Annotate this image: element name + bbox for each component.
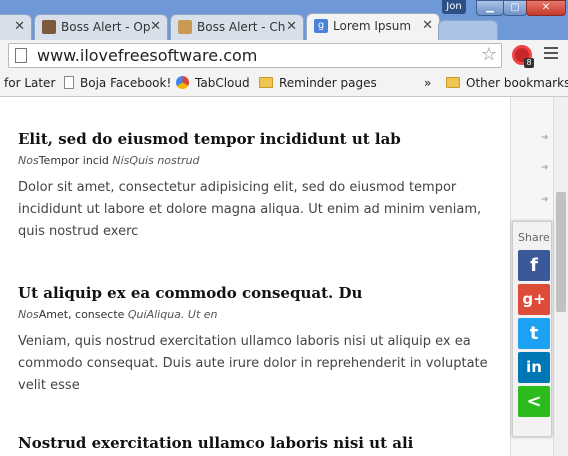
- image-icon: [178, 20, 192, 34]
- post-title[interactable]: Nostrud exercitation ullamco laboris nis…: [18, 434, 498, 452]
- post: Nostrud exercitation ullamco laboris nis…: [18, 434, 498, 452]
- post-meta-text: Tempor incid: [38, 154, 113, 167]
- tab-label: Boss Alert - Ch: [197, 20, 286, 34]
- share-button[interactable]: <: [518, 386, 550, 417]
- page-content: Elit, sed do eiusmod tempor incididunt u…: [0, 97, 510, 456]
- tab-close-icon[interactable]: ✕: [422, 18, 433, 33]
- tab-close-icon[interactable]: ✕: [286, 19, 297, 34]
- other-bookmarks[interactable]: Other bookmarks: [446, 76, 568, 90]
- tab-lorem-ipsum[interactable]: g Lorem Ipsum ✕: [306, 13, 440, 40]
- post-author[interactable]: Nos: [18, 154, 39, 167]
- bookmark-label: Other bookmarks: [466, 76, 568, 90]
- post: Elit, sed do eiusmod tempor incididunt u…: [18, 130, 498, 243]
- minimize-button[interactable]: ▁: [476, 0, 504, 16]
- url-text: www.ilovefreesoftware.com: [37, 46, 258, 65]
- tab-boss-alert-ch[interactable]: Boss Alert - Ch ✕: [170, 14, 304, 40]
- bookmark-for-later[interactable]: for Later: [4, 76, 55, 90]
- twitter-share-button[interactable]: t: [518, 318, 550, 349]
- share-label: Share: [518, 231, 550, 244]
- close-window-button[interactable]: ✕: [526, 0, 566, 16]
- new-tab-button[interactable]: [438, 20, 498, 40]
- page-icon: [15, 48, 27, 63]
- bookmark-label: Boja Facebook!: [80, 76, 172, 90]
- profile-button[interactable]: Jon: [442, 0, 466, 14]
- post-title[interactable]: Ut aliquip ex ea commodo consequat. Du: [18, 284, 498, 302]
- post: Ut aliquip ex ea commodo consequat. Du N…: [18, 284, 498, 397]
- tab-close-icon[interactable]: ✕: [150, 19, 161, 34]
- maximize-button[interactable]: ▢: [503, 0, 527, 16]
- post-tags[interactable]: QuiAliqua. Ut en: [128, 308, 218, 321]
- facebook-share-button[interactable]: f: [518, 250, 550, 281]
- post-tags[interactable]: NisQuis nostrud: [112, 154, 199, 167]
- tabcloud-icon: [176, 76, 189, 89]
- bookmark-boja-facebook[interactable]: Boja Facebook!: [64, 76, 171, 90]
- post-author[interactable]: Nos: [18, 308, 39, 321]
- page-icon: [64, 76, 74, 89]
- bookmark-label: Reminder pages: [279, 76, 377, 90]
- post-meta-text: Amet, consecte: [38, 308, 128, 321]
- arrow-icon: ➜: [541, 163, 549, 173]
- google-plus-share-button[interactable]: g+: [518, 284, 550, 315]
- arrow-icon: ➜: [541, 195, 549, 205]
- scrollbar-thumb[interactable]: [556, 192, 566, 312]
- bookmark-label: for Later: [4, 76, 56, 90]
- tab-boss-alert-op[interactable]: Boss Alert - Op ✕: [34, 14, 168, 40]
- bookmarks-overflow-button[interactable]: »: [424, 76, 431, 90]
- bookmark-tabcloud[interactable]: TabCloud: [176, 76, 250, 90]
- user-icon: [42, 20, 56, 34]
- address-bar[interactable]: www.ilovefreesoftware.com ☆: [8, 43, 502, 68]
- bookmarks-bar: for Later Boja Facebook! TabCloud Remind…: [0, 72, 568, 97]
- extension-badge: 8: [524, 58, 534, 68]
- scrollbar[interactable]: [553, 97, 568, 456]
- post-title[interactable]: Elit, sed do eiusmod tempor incididunt u…: [18, 130, 498, 148]
- bookmark-label: TabCloud: [195, 76, 250, 90]
- arrow-icon: ➜: [541, 133, 549, 143]
- folder-icon: [259, 77, 273, 88]
- linkedin-share-button[interactable]: in: [518, 352, 550, 383]
- post-body: Veniam, quis nostrud exercitation ullamc…: [18, 334, 488, 393]
- folder-icon: [446, 77, 460, 88]
- menu-icon[interactable]: [544, 47, 558, 62]
- share-widget: Share f g+ t in <: [512, 221, 552, 437]
- tab-close-icon[interactable]: ✕: [14, 19, 25, 34]
- google-icon: g: [314, 19, 328, 33]
- bookmark-reminder-pages[interactable]: Reminder pages: [259, 76, 377, 90]
- post-meta: NosAmet, consecte QuiAliqua. Ut en: [18, 308, 498, 321]
- window-titlebar: ✕ Boss Alert - Op ✕ Boss Alert - Ch ✕ g …: [0, 0, 568, 40]
- bookmark-star-icon[interactable]: ☆: [481, 44, 497, 65]
- post-body: Dolor sit amet, consectetur adipisicing …: [18, 180, 482, 239]
- post-meta: NosTempor incid NisQuis nostrud: [18, 154, 498, 167]
- tab-label: Lorem Ipsum: [333, 19, 412, 33]
- tab-label: Boss Alert - Op: [61, 20, 151, 34]
- tab-1[interactable]: ✕: [0, 14, 32, 40]
